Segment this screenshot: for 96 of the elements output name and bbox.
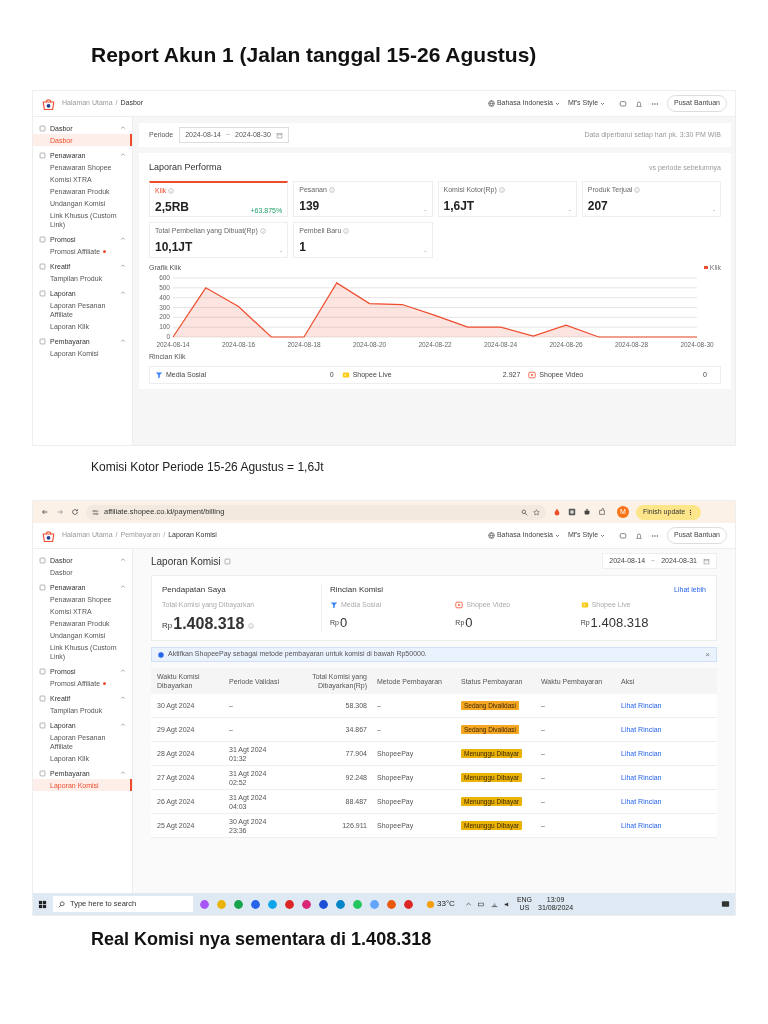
metric-value: 207 bbox=[587, 198, 608, 215]
globe-icon bbox=[487, 100, 495, 107]
source-amount: 0 bbox=[465, 615, 473, 629]
play-icon bbox=[455, 601, 464, 610]
source-amount: 1.408.318 bbox=[590, 615, 649, 629]
square-outline-icon bbox=[39, 721, 46, 729]
flame-icon[interactable] bbox=[553, 508, 561, 516]
square-outline-icon bbox=[39, 583, 46, 591]
search-icon bbox=[58, 900, 65, 908]
notification-icon[interactable] bbox=[721, 899, 730, 909]
chevron-up-icon[interactable] bbox=[120, 722, 126, 728]
live-icon bbox=[341, 370, 350, 379]
chevron-up-icon[interactable] bbox=[464, 900, 472, 908]
square-outline-icon bbox=[39, 694, 46, 702]
chevron-down-icon bbox=[554, 533, 560, 538]
square-outline-icon bbox=[39, 556, 46, 564]
play-icon bbox=[528, 370, 537, 379]
app-icon[interactable] bbox=[386, 898, 397, 910]
chevron-up-icon[interactable] bbox=[120, 125, 126, 131]
shop-bag-logo-icon bbox=[41, 528, 56, 543]
square-outline-icon bbox=[39, 337, 46, 345]
chevron-up-icon[interactable] bbox=[120, 263, 126, 269]
app-icon[interactable] bbox=[403, 898, 414, 910]
chevron-down-icon bbox=[600, 533, 606, 538]
source-amount: 0 bbox=[339, 615, 348, 629]
info-icon bbox=[259, 227, 266, 234]
square-outline-icon bbox=[39, 289, 46, 297]
star-icon[interactable] bbox=[533, 508, 540, 516]
chevron-up-icon[interactable] bbox=[120, 290, 126, 296]
chevron-up-icon[interactable] bbox=[120, 236, 126, 242]
info-icon bbox=[498, 186, 505, 193]
total-amount: 1.408.318 bbox=[173, 615, 245, 632]
metric-value: 2,5RB bbox=[155, 199, 189, 216]
chevron-up-icon[interactable] bbox=[120, 557, 126, 563]
forward-icon[interactable] bbox=[56, 508, 64, 516]
info-icon bbox=[248, 622, 255, 629]
card-title: Rincian Komisi bbox=[330, 584, 383, 596]
chevron-up-icon[interactable] bbox=[120, 338, 126, 344]
chevron-down-icon bbox=[600, 101, 606, 106]
app-icon[interactable] bbox=[233, 898, 244, 910]
info-icon bbox=[343, 227, 350, 234]
app-icon[interactable] bbox=[284, 898, 295, 910]
start-icon[interactable] bbox=[38, 899, 47, 909]
metric-value: 139 bbox=[299, 198, 320, 215]
square-outline-icon bbox=[39, 262, 46, 270]
back-icon[interactable] bbox=[41, 508, 49, 516]
card-title: Pendapatan Saya bbox=[162, 584, 227, 596]
summary-heading: Real Komisi nya sementara di 1.408.318 bbox=[91, 928, 433, 951]
chevron-up-icon[interactable] bbox=[120, 584, 126, 590]
app-icon[interactable] bbox=[199, 898, 210, 910]
metric-value: 1 bbox=[299, 239, 306, 256]
battery-icon[interactable] bbox=[477, 900, 485, 908]
live-icon bbox=[580, 601, 589, 610]
speaker-icon[interactable] bbox=[503, 900, 511, 908]
info-icon bbox=[168, 187, 175, 194]
square-outline-icon bbox=[224, 557, 232, 565]
caption-text: Komisi Kotor Periode 15-26 Agustus = 1,6Jt bbox=[91, 459, 325, 476]
chevron-up-icon[interactable] bbox=[120, 770, 126, 776]
app-icon[interactable] bbox=[335, 898, 346, 910]
weather-text: 33°C bbox=[437, 898, 455, 910]
sun-icon[interactable] bbox=[426, 899, 435, 909]
square-outline-icon bbox=[39, 151, 46, 159]
globe-icon bbox=[487, 532, 495, 539]
page-title: Report Akun 1 (Jalan tanggal 15-26 Agustus) bbox=[91, 42, 538, 68]
square-outline-icon bbox=[39, 769, 46, 777]
info-dot-icon bbox=[158, 651, 164, 658]
chat-icon[interactable] bbox=[619, 99, 628, 108]
extension-icon[interactable] bbox=[568, 508, 576, 516]
metric-value: 10,1JT bbox=[155, 239, 193, 256]
calendar-icon bbox=[275, 131, 283, 139]
chat-icon[interactable] bbox=[619, 531, 628, 540]
chevron-up-icon[interactable] bbox=[120, 695, 126, 701]
app-icon[interactable] bbox=[301, 898, 312, 910]
app-icon[interactable] bbox=[267, 898, 278, 910]
square-outline-icon bbox=[39, 235, 46, 243]
section-title: Laporan Komisi bbox=[151, 554, 221, 569]
app-icon[interactable] bbox=[250, 898, 261, 910]
metric-value: 1,6JT bbox=[443, 198, 475, 215]
chevron-up-icon[interactable] bbox=[120, 152, 126, 158]
reload-icon[interactable] bbox=[71, 508, 79, 516]
funnel-icon bbox=[330, 601, 338, 610]
close-button[interactable]: × bbox=[705, 648, 710, 661]
info-icon bbox=[634, 186, 641, 193]
currency-label: Rp bbox=[162, 619, 173, 632]
info-icon bbox=[328, 186, 335, 193]
app-icon[interactable] bbox=[318, 898, 329, 910]
site-settings-icon[interactable] bbox=[92, 508, 99, 516]
chevron-up-icon[interactable] bbox=[120, 668, 126, 674]
square-outline-icon bbox=[39, 124, 46, 132]
calendar-icon bbox=[703, 557, 710, 565]
funnel-icon bbox=[155, 370, 163, 379]
shop-bag-logo-icon bbox=[41, 96, 56, 111]
square-outline-icon bbox=[39, 667, 46, 675]
chevron-down-icon bbox=[554, 101, 560, 106]
section-title: Laporan Performa bbox=[149, 161, 222, 174]
search-icon[interactable] bbox=[521, 508, 528, 516]
